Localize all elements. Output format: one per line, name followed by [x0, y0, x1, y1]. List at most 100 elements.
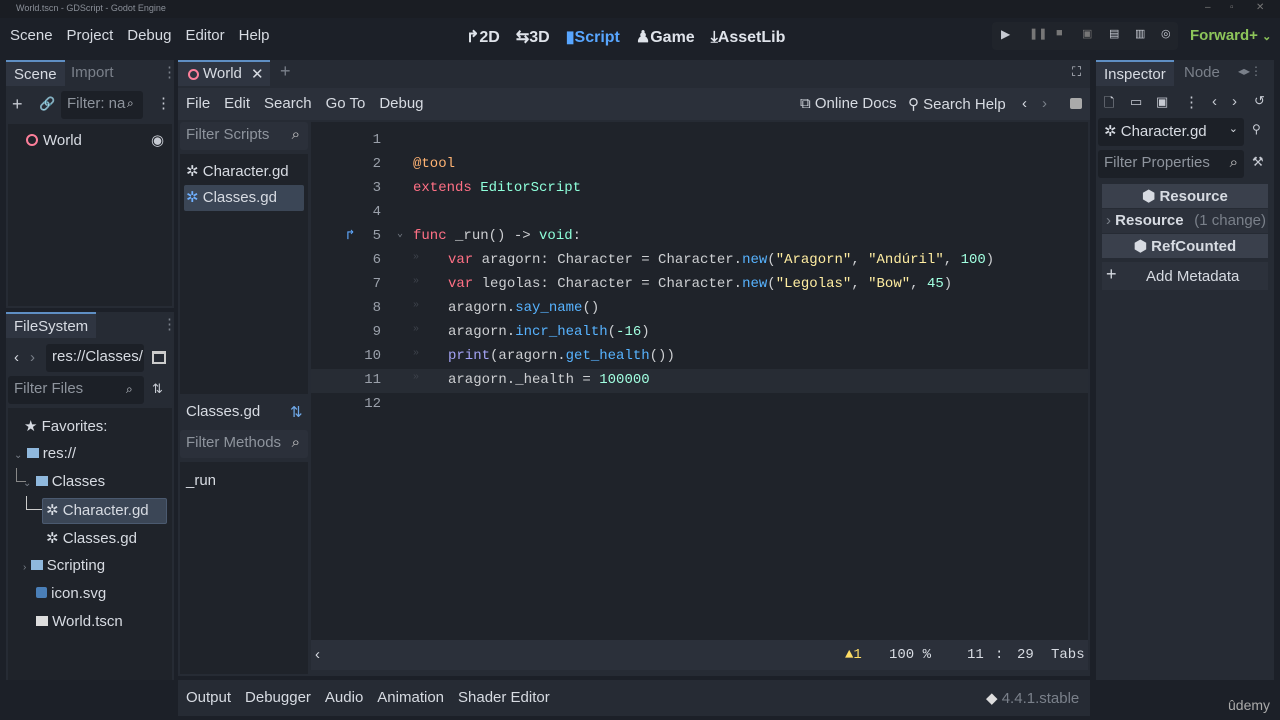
- tab-audio[interactable]: Audio: [325, 689, 363, 706]
- split-view-icon[interactable]: [152, 351, 166, 364]
- code-line[interactable]: 2 @tool: [311, 153, 1088, 177]
- scene-tab-world[interactable]: World ✕: [178, 60, 270, 86]
- forward-icon[interactable]: ›: [30, 349, 35, 366]
- file-tree-item[interactable]: World.tscn: [36, 613, 123, 630]
- add-metadata-button[interactable]: + Add Metadata: [1102, 262, 1268, 290]
- script-list-item[interactable]: ✲ Character.gd: [186, 162, 289, 180]
- run-script-icon[interactable]: ↱: [346, 227, 354, 244]
- code-line[interactable]: 5 ↱ ⌄ func _run() -> void:: [311, 225, 1088, 249]
- add-node-icon[interactable]: +: [12, 94, 23, 115]
- add-tab-icon[interactable]: +: [280, 61, 291, 82]
- close-window-button[interactable]: ✕: [1256, 2, 1264, 13]
- doc-icon[interactable]: ⚲: [1252, 122, 1261, 136]
- menu-editor[interactable]: Editor: [185, 27, 224, 44]
- close-tab-icon[interactable]: ✕: [251, 65, 264, 83]
- tab-inspector[interactable]: Inspector: [1096, 60, 1174, 86]
- menu-project[interactable]: Project: [67, 27, 114, 44]
- code-line[interactable]: 10 » print(aragorn.get_health()): [311, 345, 1088, 369]
- play-custom-scene-icon[interactable]: ▥: [1135, 27, 1145, 40]
- script-menu-file[interactable]: File: [186, 95, 210, 112]
- workspace-assetlib[interactable]: ⤓AssetLib: [711, 29, 786, 46]
- search-help-button[interactable]: ⚲ Search Help: [908, 95, 1006, 113]
- workspace-2d[interactable]: ↱2D: [466, 29, 500, 46]
- back-icon[interactable]: ‹: [1212, 93, 1217, 110]
- filter-properties-input[interactable]: Filter Properties ⌕: [1098, 150, 1244, 178]
- toggle-panel-icon[interactable]: [1070, 98, 1082, 109]
- tab-scene[interactable]: Scene: [6, 60, 65, 86]
- minimize-button[interactable]: –: [1205, 2, 1211, 13]
- code-editor[interactable]: 1 2 @tool 3 extends EditorScript 4 5 ↱ ⌄ func _ru…: [311, 122, 1088, 640]
- fold-icon[interactable]: ⌄: [397, 228, 403, 240]
- more-icon[interactable]: ⋮: [156, 94, 171, 112]
- code-line[interactable]: 12: [311, 393, 1088, 417]
- file-tree-item[interactable]: ⌄ res://: [14, 445, 76, 462]
- back-icon[interactable]: ‹: [14, 349, 19, 366]
- tab-animation[interactable]: Animation: [377, 689, 444, 706]
- resource-selector[interactable]: ✲ Character.gd ⌄: [1098, 118, 1244, 146]
- open-folder-icon[interactable]: ▭: [1130, 94, 1142, 110]
- indent-mode[interactable]: Tabs: [1051, 647, 1085, 663]
- file-tree-item[interactable]: ★ Favorites:: [24, 417, 107, 435]
- tab-debugger[interactable]: Debugger: [245, 689, 311, 706]
- maximize-button[interactable]: ▫: [1230, 2, 1234, 13]
- renderer-select[interactable]: Forward+ ⌄: [1190, 27, 1271, 44]
- file-tree-item[interactable]: › Scripting: [23, 557, 105, 574]
- toggle-scripts-panel-icon[interactable]: ‹: [315, 646, 320, 663]
- dock-menu-icon[interactable]: ⋮: [162, 63, 177, 81]
- save-icon[interactable]: ▣: [1156, 94, 1168, 110]
- zoom-level[interactable]: 100 %: [889, 647, 931, 663]
- dock-menu-icon[interactable]: ⋮: [162, 315, 177, 333]
- fullscreen-icon[interactable]: ⛶: [1072, 64, 1081, 80]
- file-tree-item[interactable]: ⌄ Classes: [23, 473, 105, 490]
- filter-methods-input[interactable]: Filter Methods ⌕: [180, 430, 308, 458]
- code-line[interactable]: 7 » var legolas: Character = Character.new…: [311, 273, 1088, 297]
- file-tree-item[interactable]: ✲ Character.gd: [46, 501, 149, 519]
- link-icon[interactable]: 🔗: [39, 96, 55, 112]
- path-field[interactable]: res://Classes/: [46, 344, 144, 372]
- more-icon[interactable]: ⋮: [1184, 93, 1199, 111]
- remote-debug-icon[interactable]: ▣: [1082, 27, 1092, 40]
- tab-import[interactable]: Import: [63, 60, 122, 85]
- menu-debug[interactable]: Debug: [127, 27, 171, 44]
- forward-icon[interactable]: ›: [1232, 93, 1237, 110]
- play-scene-icon[interactable]: ▤: [1109, 27, 1119, 40]
- code-line[interactable]: 6 » var aragorn: Character = Character.new…: [311, 249, 1088, 273]
- script-menu-edit[interactable]: Edit: [224, 95, 250, 112]
- new-resource-icon[interactable]: 🗋: [1104, 94, 1114, 116]
- online-docs-button[interactable]: ⧉ Online Docs: [800, 95, 897, 112]
- workspace-3d[interactable]: ⇆3D: [516, 29, 550, 46]
- version-label[interactable]: ◆ 4.4.1.stable: [986, 689, 1079, 707]
- script-menu-search[interactable]: Search: [264, 95, 312, 112]
- code-line[interactable]: 1: [311, 129, 1088, 153]
- pause-icon[interactable]: ❚❚: [1029, 27, 1047, 40]
- tab-filesystem[interactable]: FileSystem: [6, 312, 97, 338]
- history-icon[interactable]: ↺: [1254, 93, 1265, 109]
- menu-scene[interactable]: Scene: [10, 27, 53, 44]
- sort-icon[interactable]: ⇅: [152, 381, 163, 397]
- code-line[interactable]: 4: [311, 201, 1088, 225]
- play-icon[interactable]: ▶: [1001, 27, 1010, 41]
- code-line[interactable]: 11 » aragorn._health = 100000: [311, 369, 1088, 393]
- code-line[interactable]: 3 extends EditorScript: [311, 177, 1088, 201]
- file-tree-item[interactable]: icon.svg: [36, 585, 106, 602]
- dock-arrows-icon[interactable]: ◂▸⋮: [1238, 64, 1262, 78]
- menu-help[interactable]: Help: [239, 27, 270, 44]
- scene-root-node[interactable]: World: [43, 132, 82, 149]
- warnings-button[interactable]: ▲1: [845, 647, 862, 663]
- filter-scripts-input[interactable]: Filter Scripts ⌕: [180, 122, 308, 150]
- tab-shader-editor[interactable]: Shader Editor: [458, 689, 550, 706]
- movie-maker-icon[interactable]: ◎: [1161, 27, 1171, 40]
- script-menu-goto[interactable]: Go To: [326, 95, 366, 112]
- workspace-script[interactable]: ▮Script: [566, 29, 620, 46]
- method-item[interactable]: _run: [186, 472, 216, 489]
- script-menu-debug[interactable]: Debug: [379, 95, 423, 112]
- stop-icon[interactable]: ■: [1056, 27, 1063, 39]
- tab-output[interactable]: Output: [186, 689, 231, 706]
- code-line[interactable]: 9 » aragorn.incr_health(-16): [311, 321, 1088, 345]
- sort-methods-icon[interactable]: ⇅: [290, 403, 303, 421]
- code-line[interactable]: 8 » aragorn.say_name(): [311, 297, 1088, 321]
- property-settings-icon[interactable]: ⚒: [1252, 154, 1264, 170]
- visibility-icon[interactable]: ◉: [151, 131, 164, 149]
- script-list-item-selected[interactable]: ✲ Classes.gd: [184, 185, 304, 211]
- filter-files-input[interactable]: Filter Files: [8, 376, 144, 404]
